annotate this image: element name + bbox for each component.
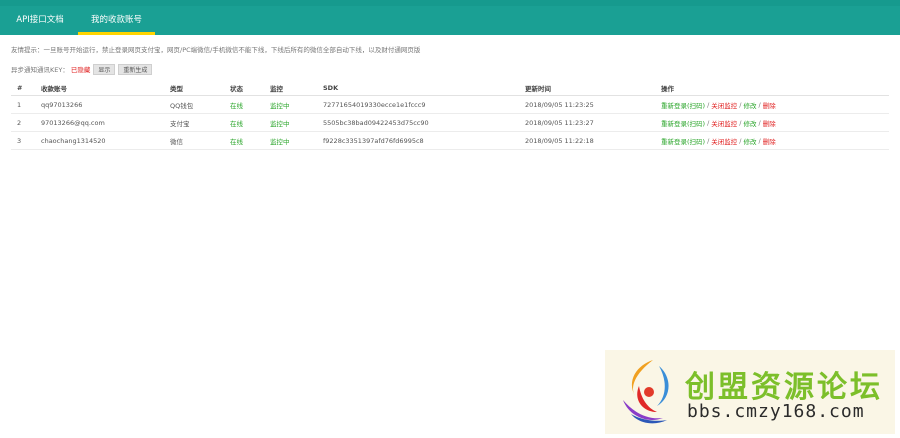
header-sdk: SDK (323, 83, 339, 92)
header-index: # (17, 83, 23, 92)
delete-link[interactable]: 删除 (763, 100, 776, 110)
row-updated: 2018/09/05 11:23:27 (525, 118, 594, 127)
row-sdk: 5505bc38bad09422453d75cc90 (323, 118, 429, 127)
row-state: 在线 (230, 119, 243, 128)
row-monitor: 监控中 (270, 137, 290, 146)
header-state: 状态 (230, 84, 243, 93)
edit-link[interactable]: 修改 (743, 136, 756, 146)
row-sdk: 72771654019330ecce1e1fccc9 (323, 100, 426, 109)
async-key-row: 异步通知通讯KEY： 已隐藏 显示 重新生成 (11, 63, 153, 75)
row-account: chaochang1314520 (41, 136, 106, 145)
row-updated: 2018/09/05 11:23:25 (525, 100, 594, 109)
close-monitor-link[interactable]: 关闭监控 (711, 100, 737, 110)
forum-watermark: 创盟资源论坛 bbs.cmzy168.com (605, 350, 895, 434)
async-key-label: 异步通知通讯KEY： (11, 66, 69, 74)
tab-api-docs[interactable]: API接口文档 (6, 9, 74, 35)
row-index: 1 (17, 100, 22, 109)
header-account: 收款账号 (41, 84, 67, 93)
table-row: 3 chaochang1314520 微信 在线 监控中 f9228c33513… (11, 132, 889, 150)
row-updated: 2018/09/05 11:22:18 (525, 136, 594, 145)
row-operations: 重新登录(扫码) / 关闭监控 / 修改 / 删除 (661, 132, 776, 149)
watermark-url: bbs.cmzy168.com (687, 401, 865, 422)
tab-my-accounts[interactable]: 我的收款账号 (78, 9, 155, 35)
table-header-row: # 收款账号 类型 状态 监控 SDK 更新时间 操作 (11, 80, 889, 96)
edit-link[interactable]: 修改 (743, 118, 756, 128)
header-ops: 操作 (661, 84, 674, 93)
regenerate-key-button[interactable]: 重新生成 (118, 63, 153, 75)
table-row: 2 97013266@qq.com 支付宝 在线 监控中 5505bc38bad… (11, 114, 889, 132)
row-index: 2 (17, 118, 22, 127)
row-state: 在线 (230, 137, 243, 146)
row-operations: 重新登录(扫码) / 关闭监控 / 修改 / 删除 (661, 96, 776, 113)
forum-logo-icon (623, 360, 669, 424)
edit-link[interactable]: 修改 (743, 100, 756, 110)
delete-link[interactable]: 删除 (763, 136, 776, 146)
row-type: 微信 (170, 137, 183, 146)
row-state: 在线 (230, 101, 243, 110)
top-strip (0, 0, 900, 6)
row-sdk: f9228c3351397afd76fd6995c8 (323, 136, 424, 145)
relogin-link[interactable]: 重新登录(扫码) (661, 100, 705, 110)
row-account: qq97013266 (41, 100, 83, 109)
close-monitor-link[interactable]: 关闭监控 (711, 136, 737, 146)
row-operations: 重新登录(扫码) / 关闭监控 / 修改 / 删除 (661, 114, 776, 131)
header-monitor: 监控 (270, 84, 283, 93)
relogin-link[interactable]: 重新登录(扫码) (661, 118, 705, 128)
async-key-status: 已隐藏 (70, 66, 91, 74)
top-nav-bar: API接口文档 我的收款账号 (0, 0, 900, 35)
row-index: 3 (17, 136, 22, 145)
row-account: 97013266@qq.com (41, 118, 105, 127)
close-monitor-link[interactable]: 关闭监控 (711, 118, 737, 128)
row-type: 支付宝 (170, 119, 190, 128)
row-monitor: 监控中 (270, 119, 290, 128)
watermark-title: 创盟资源论坛 (685, 370, 883, 405)
row-type: QQ钱包 (170, 101, 194, 110)
show-key-button[interactable]: 显示 (93, 63, 116, 75)
relogin-link[interactable]: 重新登录(扫码) (661, 136, 705, 146)
notice-text: 友情提示：一旦账号开始运行，禁止登录网页支付宝，网页/PC端微信/手机微信不能下… (11, 46, 421, 54)
accounts-table: # 收款账号 类型 状态 监控 SDK 更新时间 操作 1 qq97013266… (11, 80, 889, 150)
header-type: 类型 (170, 84, 183, 93)
row-monitor: 监控中 (270, 101, 290, 110)
table-row: 1 qq97013266 QQ钱包 在线 监控中 72771654019330e… (11, 96, 889, 114)
delete-link[interactable]: 删除 (763, 118, 776, 128)
header-updated: 更新时间 (525, 84, 551, 93)
